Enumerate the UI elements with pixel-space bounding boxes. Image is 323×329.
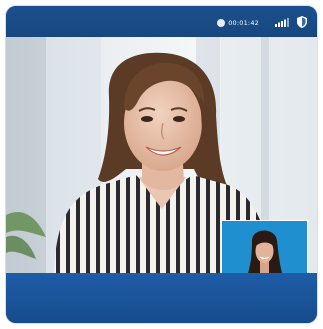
video-call-window: 00:01:42: [6, 6, 317, 323]
call-timer: 00:01:42: [217, 17, 259, 28]
remote-participant-video[interactable]: [6, 37, 317, 273]
record-dot-icon: [217, 18, 226, 27]
call-controls-bar: [6, 273, 317, 323]
signal-strength-icon: [275, 18, 289, 27]
self-preview-scene: [222, 221, 307, 273]
call-duration: 00:01:42: [228, 18, 259, 27]
self-preview-video[interactable]: [221, 220, 308, 273]
status-bar: 00:01:42: [6, 6, 317, 37]
shield-icon: [297, 16, 307, 28]
